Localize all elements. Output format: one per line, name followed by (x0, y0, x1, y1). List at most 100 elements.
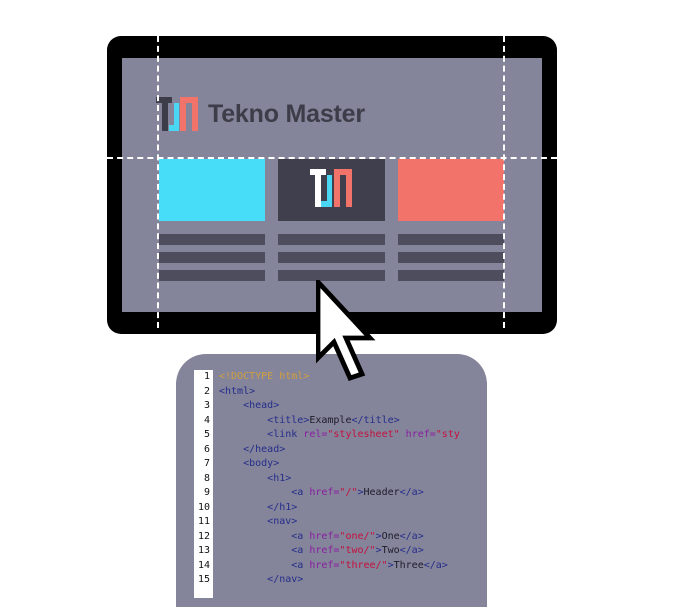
code-text: </h1> (219, 501, 297, 516)
code-token: <a (291, 487, 310, 498)
code-token: "two/" (339, 545, 376, 556)
code-text: <link rel="stylesheet" href="sty (219, 428, 460, 443)
text-line (398, 234, 504, 245)
code-token: Example (309, 414, 352, 426)
line-number: 14 (197, 559, 210, 571)
code-line: 11 <nav> (194, 515, 473, 530)
code-line: 3 <head> (194, 399, 473, 414)
code-token: Header (363, 487, 400, 498)
code-line: 4 <title>Example</title> (194, 414, 473, 429)
code-token: "three/" (339, 559, 388, 571)
code-token: </nav> (267, 574, 304, 585)
code-token: <head> (243, 400, 280, 411)
guide-line-left (157, 36, 159, 328)
mouse-pointer-icon (316, 280, 376, 381)
code-text: <html> (219, 385, 255, 400)
code-text: <h1> (219, 472, 291, 487)
code-line: 14 <a href="three/">Three</a> (194, 559, 473, 574)
code-token: <link (267, 429, 304, 440)
code-line: 12 <a href="one/">One</a> (194, 530, 473, 545)
code-line: 10 </h1> (194, 501, 473, 516)
line-number: 6 (203, 443, 210, 455)
code-token: href= (309, 487, 340, 498)
code-token: href= (309, 559, 340, 571)
brand-name: Tekno Master (208, 99, 365, 128)
text-line (159, 252, 265, 263)
code-token: href= (405, 429, 436, 440)
code-token: </h1> (267, 501, 298, 513)
brand-logo: Tekno Master (156, 94, 365, 134)
code-line: 5 <link rel="stylesheet" href="sty (194, 428, 473, 443)
code-line: 2 <html> (194, 385, 473, 400)
code-token: <html> (219, 385, 256, 397)
code-token: <title> (267, 414, 310, 426)
code-text: <a href="/">Header</a> (219, 486, 424, 501)
code-line: 6 </head> (194, 443, 473, 458)
code-line: 7 <body> (194, 457, 473, 472)
code-text: <a href="two/">Two</a> (219, 544, 424, 559)
line-number: 12 (197, 530, 210, 542)
code-token: <nav> (267, 516, 298, 527)
line-number: 10 (197, 501, 210, 513)
text-line (398, 252, 504, 263)
text-line (159, 270, 265, 281)
line-number: 1 (203, 371, 210, 382)
code-token: Two (381, 545, 400, 556)
code-token: "/" (339, 487, 358, 498)
line-number: 2 (203, 385, 210, 397)
text-line (398, 270, 504, 281)
tm-logo-icon (156, 97, 198, 131)
code-token: </a> (399, 530, 424, 542)
guide-line-horizontal (107, 157, 557, 159)
code-token: </head> (243, 443, 286, 455)
line-number: 8 (203, 472, 210, 484)
code-token: </a> (399, 487, 424, 498)
line-number: 7 (203, 458, 210, 469)
code-line: 9 <a href="/">Header</a> (194, 486, 473, 501)
code-token: "one/" (339, 530, 376, 542)
code-line: 15 </nav> (194, 573, 473, 588)
text-line (159, 234, 265, 245)
line-number: 13 (197, 545, 210, 556)
tm-logo-icon (310, 169, 352, 207)
code-line: 8 <h1> (194, 472, 473, 487)
code-token: <a (291, 545, 310, 556)
code-token: </a> (423, 559, 448, 571)
code-text: <head> (219, 399, 279, 414)
code-text: </nav> (219, 573, 303, 588)
text-line (278, 252, 385, 263)
code-token: "stylesheet" (327, 429, 406, 440)
code-token: </a> (399, 545, 424, 556)
code-listing: 1 <!DOCTYPE html> 2 <html> 3 <head> 4 <title>… (194, 370, 473, 607)
code-token: href= (309, 545, 340, 556)
code-token: <!DOCTYPE html> (219, 371, 310, 382)
code-text: <body> (219, 457, 279, 472)
code-token: <h1> (267, 472, 292, 484)
text-line (278, 234, 385, 245)
line-number: 3 (203, 400, 210, 411)
code-token: One (381, 530, 400, 542)
card-logo (278, 159, 385, 221)
line-number: 4 (203, 414, 210, 426)
code-line: 13 <a href="two/">Two</a> (194, 544, 473, 559)
code-token: "sty (435, 429, 460, 440)
code-text: <a href="three/">Three</a> (219, 559, 448, 574)
code-token: <a (291, 530, 310, 542)
code-token: Three (393, 559, 424, 571)
guide-line-right (503, 36, 505, 328)
line-number: 15 (197, 574, 210, 585)
card-cyan (159, 159, 265, 221)
code-text: <a href="one/">One</a> (219, 530, 424, 545)
line-number: 11 (197, 516, 210, 527)
code-token: href= (309, 530, 340, 542)
card-coral (398, 159, 504, 221)
code-token: <a (291, 559, 310, 571)
code-text: <title>Example</title> (219, 414, 400, 429)
code-token: rel= (303, 429, 328, 440)
code-token: <body> (243, 458, 280, 469)
code-editor: 1 <!DOCTYPE html> 2 <html> 3 <head> 4 <title>… (176, 354, 487, 607)
code-text: <nav> (219, 515, 297, 530)
line-number: 5 (203, 429, 210, 440)
code-token: </title> (351, 414, 400, 426)
code-text: </head> (219, 443, 285, 458)
